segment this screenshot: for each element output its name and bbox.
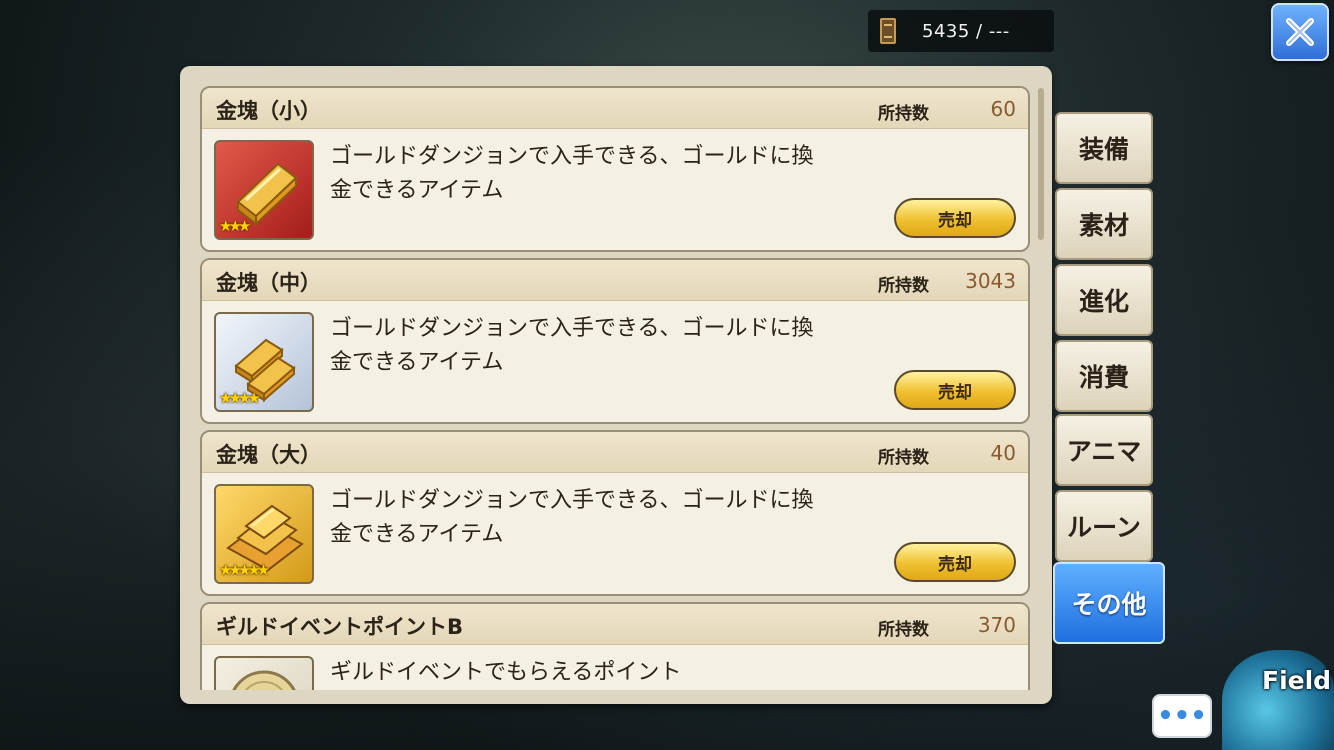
item-list-panel: 金塊（小） 所持数 60 ★★★ ゴールドダンジョンで入手できる、ゴールドに換 …: [180, 66, 1052, 704]
description-line: ギルドイベントでもらえるポイント: [330, 660, 682, 685]
description-line: 金できるアイテム: [330, 178, 504, 203]
item-description: ギルドイベントでもらえるポイント: [330, 656, 890, 690]
owned-value: 3043: [965, 269, 1016, 293]
item-card-header: 金塊（中） 所持数 3043: [202, 260, 1028, 301]
item-card-header: 金塊（小） 所持数 60: [202, 88, 1028, 129]
item-title: 金塊（大）: [216, 443, 321, 467]
description-line: ゴールドダンジョンで入手できる、ゴールドに換: [330, 144, 814, 169]
owned-label: 所持数: [878, 276, 929, 296]
description-line: 金できるアイテム: [330, 522, 504, 547]
owned-value: 60: [990, 97, 1016, 121]
description-line: ゴールドダンジョンで入手できる、ゴールドに換: [330, 488, 814, 513]
item-icon[interactable]: ★★★: [214, 140, 314, 240]
owned-value: 40: [990, 441, 1016, 465]
tab-evolution[interactable]: 進化: [1055, 264, 1153, 336]
description-line: ゴールドダンジョンで入手できる、ゴールドに換: [330, 316, 814, 341]
sell-button[interactable]: 売却: [894, 370, 1016, 410]
item-icon[interactable]: ★★★★: [214, 312, 314, 412]
item-card-header: 金塊（大） 所持数 40: [202, 432, 1028, 473]
item-list[interactable]: 金塊（小） 所持数 60 ★★★ ゴールドダンジョンで入手できる、ゴールドに換 …: [200, 86, 1030, 690]
item-title: ギルドイベントポイントB: [216, 615, 464, 639]
item-icon[interactable]: ★★★★★: [214, 484, 314, 584]
item-description: ゴールドダンジョンで入手できる、ゴールドに換 金できるアイテム: [330, 140, 890, 208]
item-description: ゴールドダンジョンで入手できる、ゴールドに換 金できるアイテム: [330, 484, 890, 552]
item-title: 金塊（小）: [216, 99, 321, 123]
tab-consumables[interactable]: 消費: [1055, 340, 1153, 412]
owned-label: 所持数: [878, 448, 929, 468]
item-card: ギルドイベントポイントB 所持数 370 ギルドイベントでもらえるポイント: [200, 602, 1030, 690]
rarity-stars: ★★★: [219, 217, 251, 235]
tab-equipment[interactable]: 装備: [1055, 112, 1153, 184]
tab-materials[interactable]: 素材: [1055, 188, 1153, 260]
close-button[interactable]: [1271, 3, 1329, 61]
currency-value: 5435 / ---: [922, 20, 1010, 42]
tab-runes[interactable]: ルーン: [1055, 490, 1153, 562]
owned-label: 所持数: [878, 104, 929, 124]
list-scrollbar[interactable]: [1038, 88, 1044, 240]
sell-button[interactable]: 売却: [894, 542, 1016, 582]
field-character-art[interactable]: [1222, 650, 1334, 750]
item-description: ゴールドダンジョンで入手できる、ゴールドに換 金できるアイテム: [330, 312, 890, 380]
tab-others[interactable]: その他: [1053, 562, 1165, 644]
currency-display: 5435 / ---: [868, 10, 1054, 52]
rarity-stars: ★★★★: [219, 389, 261, 407]
ticket-icon: [880, 18, 896, 44]
item-card: 金塊（大） 所持数 40 ★★★★★ ゴールドダンジョンで入手できる、ゴールドに…: [200, 430, 1030, 596]
coin-icon: [232, 670, 296, 690]
tab-anima[interactable]: アニマ: [1055, 414, 1153, 486]
item-card: 金塊（中） 所持数 3043 ★★★★ ゴールドダンジョンで入手できる、ゴールド…: [200, 258, 1030, 424]
item-icon[interactable]: [214, 656, 314, 690]
sell-button[interactable]: 売却: [894, 198, 1016, 238]
close-icon: [1286, 18, 1314, 46]
owned-value: 370: [977, 613, 1016, 637]
item-card-header: ギルドイベントポイントB 所持数 370: [202, 604, 1028, 645]
rarity-stars: ★★★★★: [219, 561, 270, 579]
item-card: 金塊（小） 所持数 60 ★★★ ゴールドダンジョンで入手できる、ゴールドに換 …: [200, 86, 1030, 252]
chat-icon: •••: [1157, 701, 1207, 731]
item-title: 金塊（中）: [216, 271, 321, 295]
description-line: 金できるアイテム: [330, 350, 504, 375]
chat-button[interactable]: •••: [1152, 694, 1212, 738]
field-button-label: Field: [1262, 666, 1332, 695]
owned-label: 所持数: [878, 620, 929, 640]
